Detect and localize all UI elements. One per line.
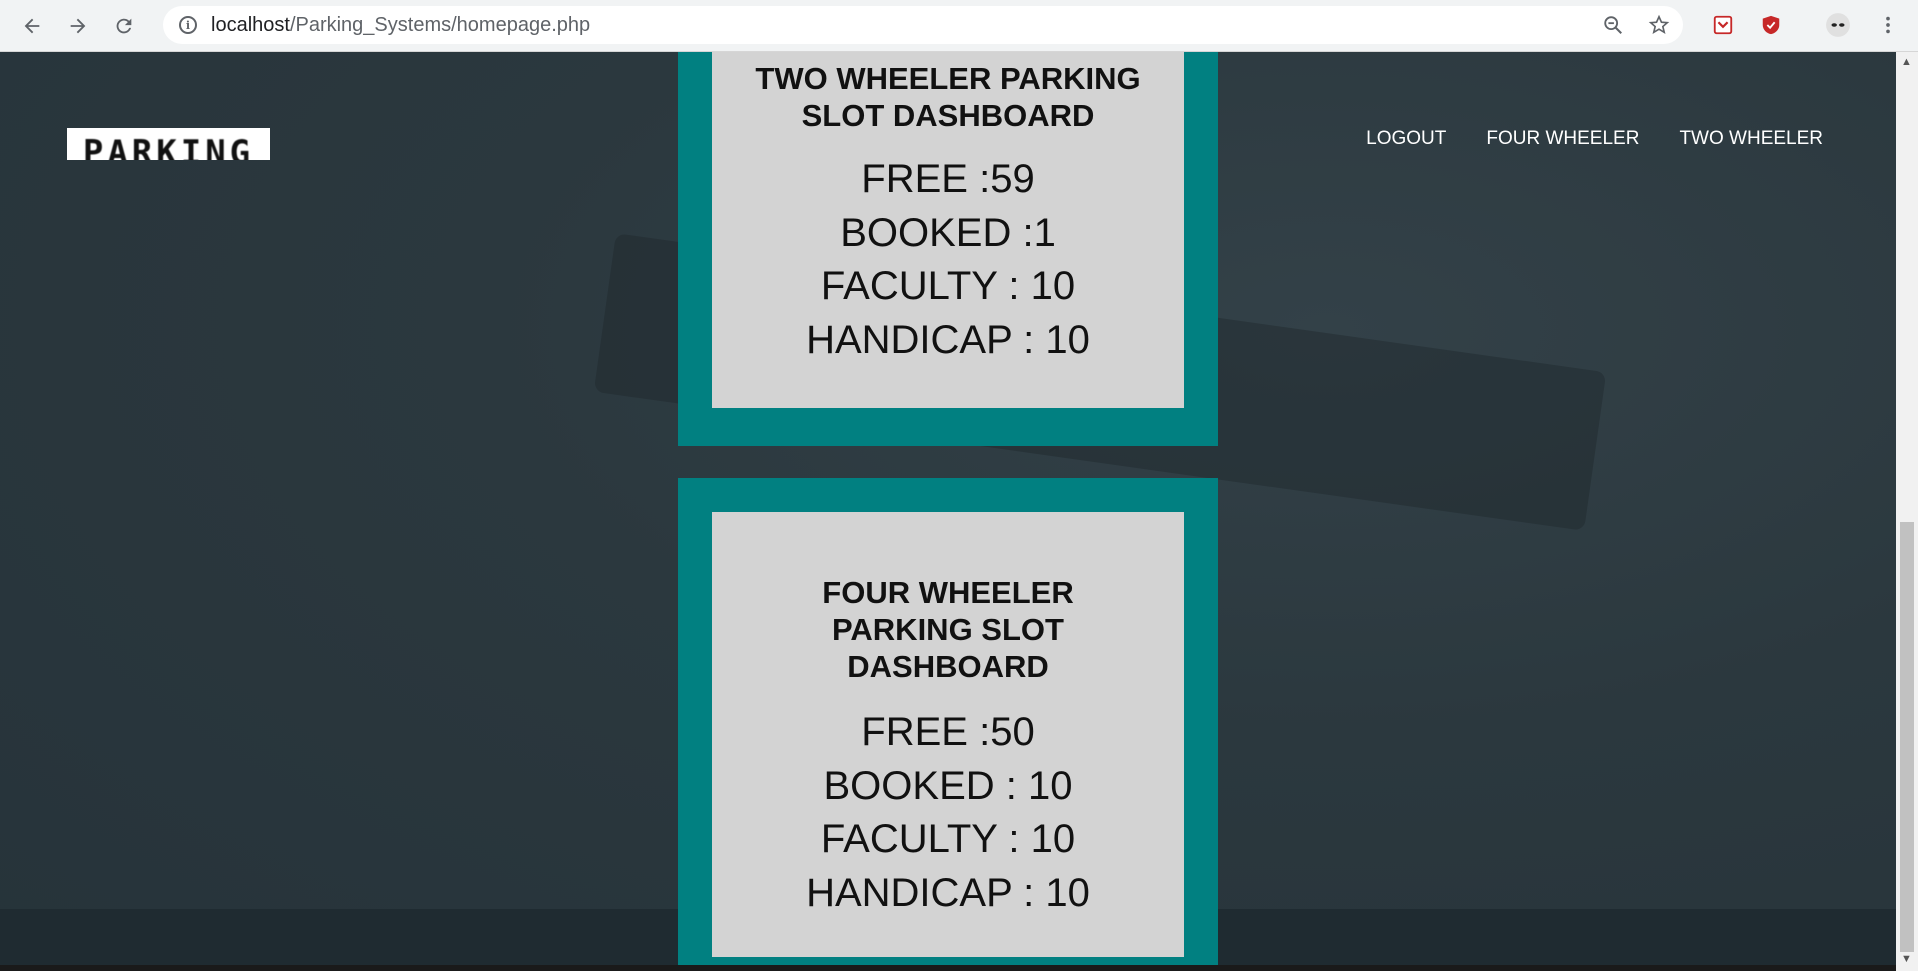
vertical-scrollbar[interactable]: ▲ ▼ [1896, 52, 1918, 971]
nav-two-wheeler[interactable]: TWO WHEELER [1679, 128, 1823, 150]
title-line: DASHBOARD [847, 649, 1049, 684]
extension-pocket-icon[interactable] [1709, 11, 1737, 39]
card-panel: FOUR WHEELER PARKING SLOT DASHBOARD FREE… [712, 512, 1184, 957]
logo-text: PARKING [82, 133, 255, 160]
faculty-count: FACULTY : 10 [820, 264, 1076, 308]
taskbar-edge [0, 965, 1896, 971]
title-line: PARKING SLOT [832, 612, 1064, 647]
nav-four-wheeler[interactable]: FOUR WHEELER [1486, 128, 1639, 150]
free-count: FREE :50 [861, 710, 1035, 754]
scrollbar-thumb[interactable] [1900, 522, 1914, 952]
page-background: PARKING LOGOUT FOUR WHEELER TWO WHEELER … [0, 52, 1896, 971]
address-bar[interactable]: i localhost/Parking_Systems/homepage.php [163, 6, 1683, 44]
back-icon[interactable] [18, 12, 46, 40]
scroll-up-icon[interactable]: ▲ [1901, 56, 1912, 68]
info-icon[interactable]: i [179, 16, 197, 34]
free-count: FREE :59 [861, 157, 1035, 201]
card-title: TWO WHEELER PARKING SLOT DASHBOARD [712, 60, 1184, 134]
bookmark-star-icon[interactable] [1647, 13, 1671, 37]
card-panel: TWO WHEELER PARKING SLOT DASHBOARD FREE … [712, 52, 1184, 408]
booked-count: BOOKED :1 [840, 210, 1056, 255]
reload-icon[interactable] [110, 12, 138, 40]
zoom-icon[interactable] [1601, 13, 1625, 37]
profile-avatar-icon[interactable] [1824, 11, 1852, 39]
faculty-count: FACULTY : 10 [820, 817, 1076, 861]
main-nav: LOGOUT FOUR WHEELER TWO WHEELER [1366, 128, 1823, 150]
scroll-down-icon[interactable]: ▼ [1901, 953, 1912, 965]
browser-menu-icon[interactable] [1874, 11, 1902, 39]
four-wheeler-dashboard-card: FOUR WHEELER PARKING SLOT DASHBOARD FREE… [678, 478, 1218, 971]
url-path: /Parking_Systems/homepage.php [289, 13, 591, 36]
forward-icon[interactable] [64, 12, 92, 40]
url-text[interactable]: localhost/Parking_Systems/homepage.php [211, 14, 590, 37]
booked-count: BOOKED : 10 [823, 763, 1073, 808]
title-line: SLOT DASHBOARD [801, 98, 1095, 133]
handicap-count: HANDICAP : 10 [806, 870, 1090, 915]
extension-shield-icon[interactable] [1757, 11, 1785, 39]
two-wheeler-dashboard-card: TWO WHEELER PARKING SLOT DASHBOARD FREE … [678, 52, 1218, 446]
handicap-count: HANDICAP : 10 [806, 317, 1090, 362]
title-line: FOUR WHEELER [822, 575, 1074, 610]
nav-logout[interactable]: LOGOUT [1366, 128, 1446, 150]
title-line: TWO WHEELER PARKING [755, 61, 1141, 96]
site-logo[interactable]: PARKING [67, 128, 270, 160]
url-host: localhost [211, 13, 290, 36]
browser-toolbar: i localhost/Parking_Systems/homepage.php [0, 0, 1918, 52]
card-title: FOUR WHEELER PARKING SLOT DASHBOARD [712, 574, 1184, 685]
